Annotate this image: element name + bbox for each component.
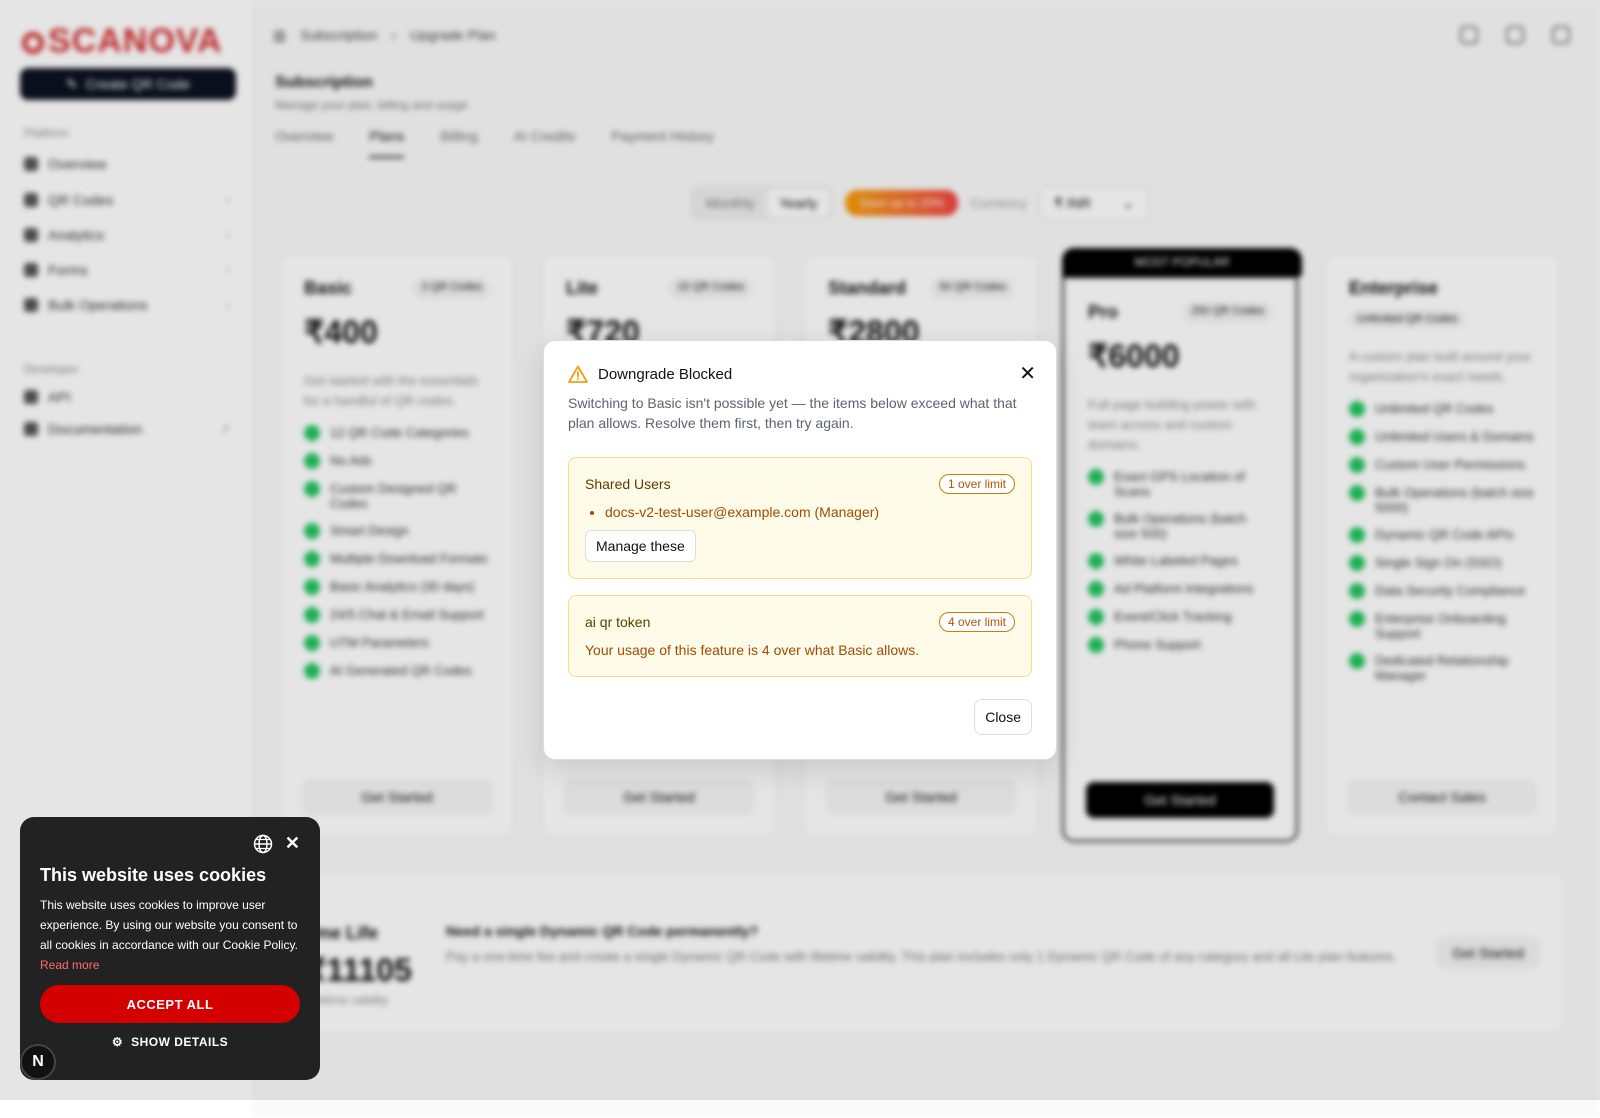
issue-ai-qr-token: ai qr token 4 over limit Your usage of t… [568,595,1032,677]
globe-icon[interactable] [253,834,273,854]
gear-icon: ⚙ [111,1035,124,1049]
issue-list-item: docs-v2-test-user@example.com (Manager) [605,504,879,520]
issue-text: Your usage of this feature is 4 over wha… [585,642,920,658]
issue-title: Shared Users [585,476,671,492]
cookie-banner: ✕ This website uses cookies This website… [20,817,320,1080]
downgrade-blocked-dialog: Downgrade Blocked ✕ Switching to Basic i… [543,340,1057,760]
cookie-text: This website uses cookies to improve use… [40,898,298,972]
dialog-description: Switching to Basic isn't possible yet — … [568,395,1017,431]
over-limit-badge: 4 over limit [938,612,1015,632]
show-details-button[interactable]: ⚙ SHOW DETAILS [20,1035,320,1049]
issue-shared-users: Shared Users 1 over limit docs-v2-test-u… [568,457,1032,579]
accept-all-button[interactable]: ACCEPT ALL [40,985,300,1023]
issue-title: ai qr token [585,614,651,630]
manage-these-button[interactable]: Manage these [585,530,696,562]
close-icon[interactable]: ✕ [285,833,300,854]
over-limit-badge: 1 over limit [938,474,1015,494]
warning-icon [568,365,588,383]
n-logo-icon[interactable]: N [20,1044,56,1080]
close-icon[interactable]: ✕ [1019,364,1036,384]
dialog-title: Downgrade Blocked [568,365,732,383]
cookie-title: This website uses cookies [40,865,267,885]
close-button[interactable]: Close [974,699,1032,735]
read-more-link[interactable]: Read more [40,958,99,972]
